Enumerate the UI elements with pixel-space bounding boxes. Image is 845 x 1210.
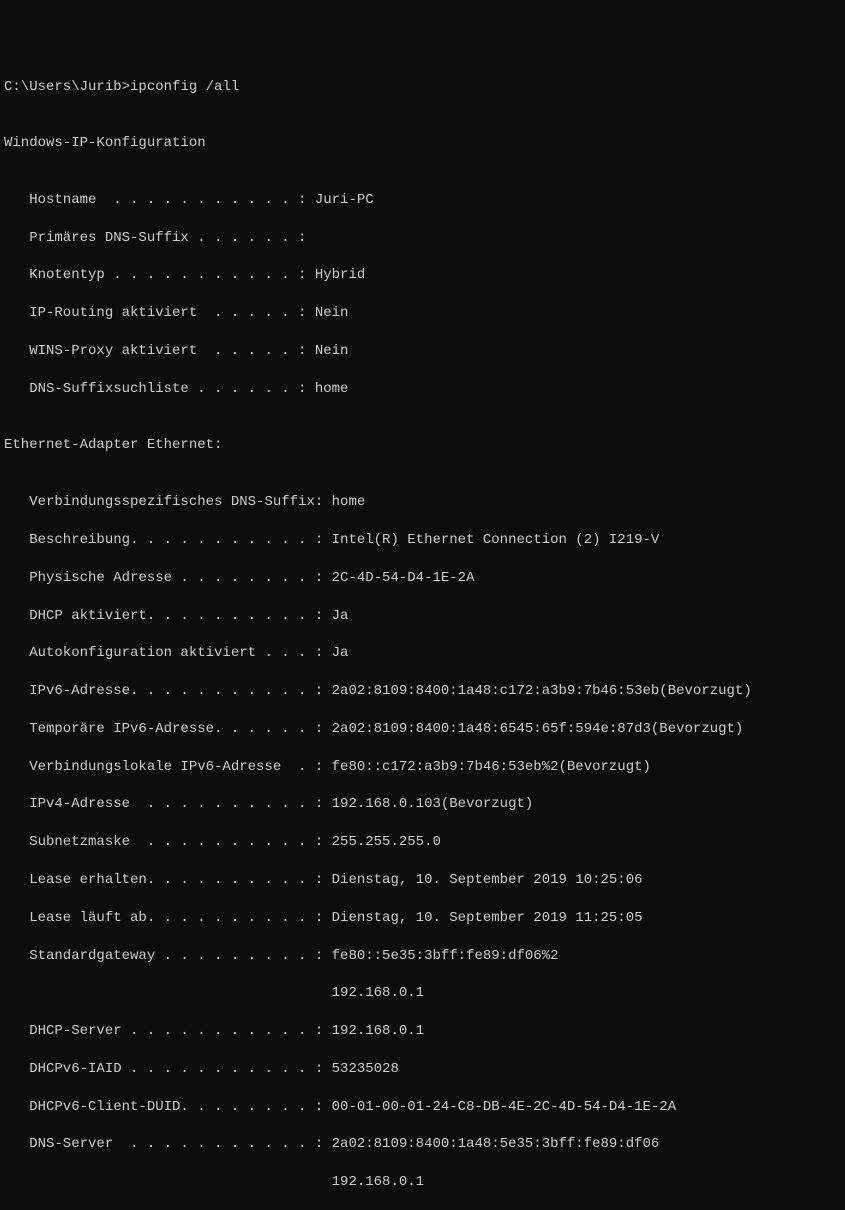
output-line: Knotentyp . . . . . . . . . . . : Hybrid — [4, 266, 841, 285]
output-line: Primäres DNS-Suffix . . . . . . : — [4, 229, 841, 248]
output-line: Beschreibung. . . . . . . . . . . : Inte… — [4, 531, 841, 550]
output-line: Hostname . . . . . . . . . . . : Juri-PC — [4, 191, 841, 210]
output-line: Verbindungslokale IPv6-Adresse . : fe80:… — [4, 758, 841, 777]
prompt-text: C:\Users\Jurib> — [4, 78, 130, 97]
output-line: Lease erhalten. . . . . . . . . . : Dien… — [4, 871, 841, 890]
output-line: IP-Routing aktiviert . . . . . : Nein — [4, 304, 841, 323]
output-line: DHCPv6-Client-DUID. . . . . . . . : 00-0… — [4, 1098, 841, 1117]
output-line: Autokonfiguration aktiviert . . . : Ja — [4, 644, 841, 663]
section-header: Ethernet-Adapter Ethernet: — [4, 436, 841, 455]
output-line: 192.168.0.1 — [4, 984, 841, 1003]
output-line: DHCPv6-IAID . . . . . . . . . . . : 5323… — [4, 1060, 841, 1079]
output-line: Subnetzmaske . . . . . . . . . . : 255.2… — [4, 833, 841, 852]
output-line: Verbindungsspezifisches DNS-Suffix: home — [4, 493, 841, 512]
output-line: WINS-Proxy aktiviert . . . . . : Nein — [4, 342, 841, 361]
output-line: Temporäre IPv6-Adresse. . . . . . : 2a02… — [4, 720, 841, 739]
output-line: IPv4-Adresse . . . . . . . . . . : 192.1… — [4, 795, 841, 814]
output-line: Physische Adresse . . . . . . . . : 2C-4… — [4, 569, 841, 588]
output-line: IPv6-Adresse. . . . . . . . . . . : 2a02… — [4, 682, 841, 701]
output-line: Lease läuft ab. . . . . . . . . . : Dien… — [4, 909, 841, 928]
command-line[interactable]: C:\Users\Jurib>ipconfig /all — [4, 78, 841, 97]
command-text: ipconfig /all — [130, 78, 239, 97]
output-line: 192.168.0.1 — [4, 1173, 841, 1192]
output-line: Standardgateway . . . . . . . . . : fe80… — [4, 947, 841, 966]
output-line: DHCP aktiviert. . . . . . . . . . : Ja — [4, 607, 841, 626]
output-line: DHCP-Server . . . . . . . . . . . : 192.… — [4, 1022, 841, 1041]
section-header: Windows-IP-Konfiguration — [4, 134, 841, 153]
output-line: DNS-Suffixsuchliste . . . . . . : home — [4, 380, 841, 399]
output-line: DNS-Server . . . . . . . . . . . : 2a02:… — [4, 1135, 841, 1154]
